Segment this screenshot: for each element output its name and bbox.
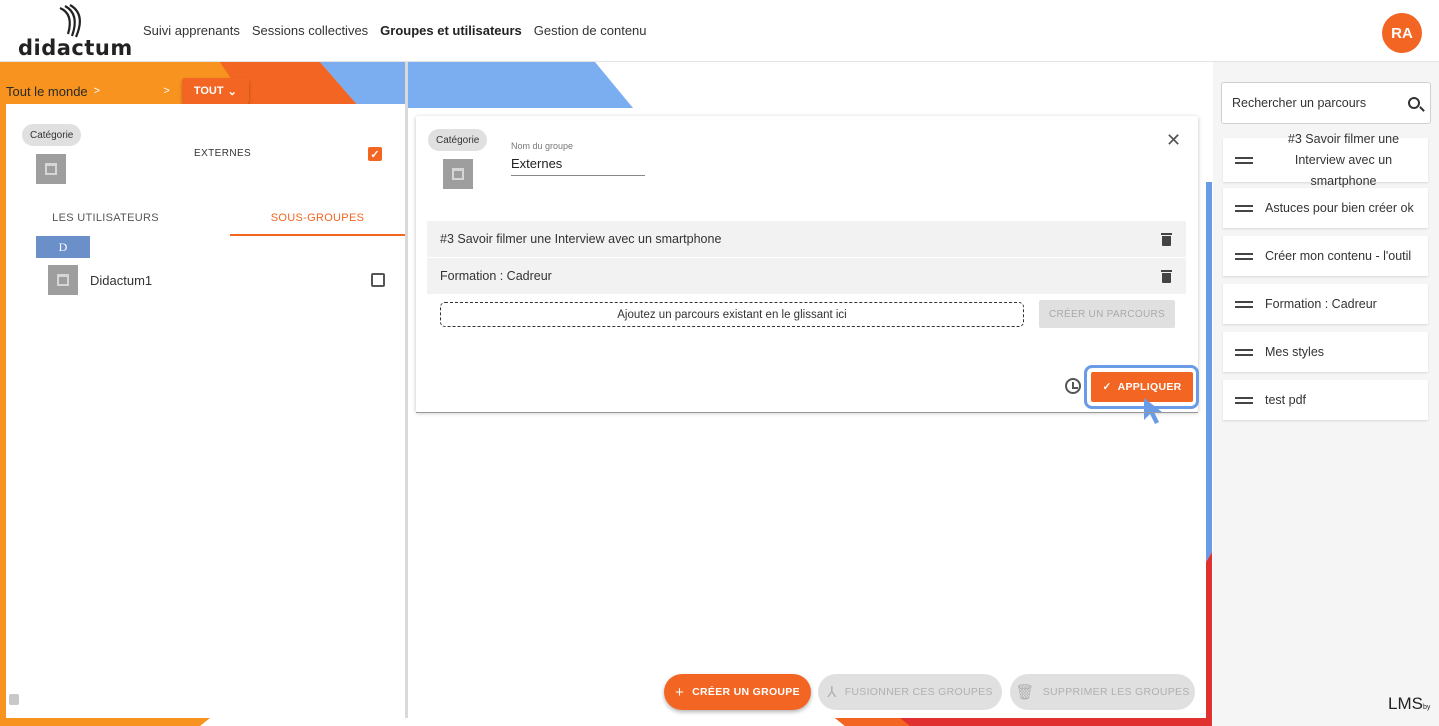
mouse-cursor-icon [1144,398,1162,424]
course-title: #3 Savoir filmer une Interview avec un s… [1287,131,1400,188]
close-icon[interactable]: ✕ [1166,130,1181,151]
nav-suivi-apprenants[interactable]: Suivi apprenants [143,23,240,38]
search-placeholder: Rechercher un parcours [1232,96,1367,110]
subgroup-checkbox[interactable] [371,273,385,287]
course-library-sidebar: Rechercher un parcours #3 Savoir filmer … [1213,62,1439,726]
alpha-index-letter: D [36,236,90,258]
drag-handle-icon[interactable] [1235,300,1253,308]
assigned-course-row[interactable]: Formation : Cadreur [427,258,1186,294]
library-course-item[interactable]: test pdf [1223,380,1428,420]
course-title: Astuces pour bien créer ok [1265,201,1414,215]
course-title: #3 Savoir filmer une Interview avec un s… [440,232,722,246]
course-title: Formation : Cadreur [440,269,552,283]
building-icon [36,154,66,184]
group-name: EXTERNES [194,148,252,159]
filter-label: TOUT [193,85,224,97]
drag-handle-icon[interactable] [1235,156,1253,164]
building-icon [48,265,78,295]
lms-text: LMS [1388,694,1423,713]
check-icon: ✓ [1102,381,1112,393]
lms-by: by [1422,704,1431,711]
user-avatar[interactable]: RA [1382,13,1422,53]
app-header: didactum Suivi apprenants Sessions colle… [0,0,1439,62]
library-course-item[interactable]: Formation : Cadreur [1223,284,1428,324]
course-drop-zone[interactable]: Ajoutez un parcours existant en le gliss… [440,302,1024,327]
breadcrumb-current[interactable]: Externes [106,84,157,99]
create-course-button[interactable]: CRÉER UN PARCOURS [1039,300,1175,328]
drag-handle-icon[interactable] [1235,204,1253,212]
corner-badge-icon [9,694,19,705]
drag-handle-icon[interactable] [1235,396,1253,404]
category-chip: Catégorie [22,124,82,146]
breadcrumb: Tout le monde > Externes > TOUT ⌄ [6,78,249,104]
history-icon[interactable] [1065,378,1081,394]
nav-groupes-utilisateurs[interactable]: Groupes et utilisateurs [380,23,522,38]
breadcrumb-root[interactable]: Tout le monde [6,84,88,99]
filter-dropdown-button[interactable]: TOUT ⌄ [181,78,249,104]
create-group-label: CRÉER UN GROUPE [692,686,800,698]
course-title: Mes styles [1265,345,1325,359]
course-title: test pdf [1265,393,1306,407]
lms-brand: LMSby [1388,694,1430,714]
logo-text: didactum [18,36,133,60]
drag-handle-icon[interactable] [1235,348,1253,356]
library-course-item[interactable]: Astuces pour bien créer ok [1223,188,1428,228]
panel-divider[interactable] [405,62,408,718]
tab-sous-groupes[interactable]: SOUS-GROUPES [230,208,405,236]
merge-icon: ⅄ [827,684,837,701]
merge-groups-label: FUSIONNER CES GROUPES [844,686,993,698]
delete-groups-label: SUPPRIMER LES GROUPES [1042,686,1190,698]
group-name-label: Nom du groupe [511,141,574,151]
subgroup-name: Didactum1 [90,273,153,288]
group-checkbox-checked[interactable]: ✓ [368,147,382,161]
main-nav: Suivi apprenants Sessions collectives Gr… [143,23,647,38]
nav-gestion-contenu[interactable]: Gestion de contenu [534,23,647,38]
nav-sessions-collectives[interactable]: Sessions collectives [252,23,368,38]
trash-icon[interactable] [1161,269,1172,283]
chevron-down-icon: ⌄ [227,85,237,98]
search-icon[interactable] [1408,97,1420,109]
drag-handle-icon[interactable] [1235,252,1253,260]
subgroup-row[interactable]: Didactum1 [48,265,388,295]
delete-groups-button[interactable]: 🗑 SUPPRIMER LES GROUPES [1010,674,1195,710]
tab-utilisateurs[interactable]: LES UTILISATEURS [18,208,193,236]
group-tree-panel: Catégorie EXTERNES ✓ LES UTILISATEURS SO… [6,104,405,718]
breadcrumb-separator: > [163,85,170,97]
library-course-item[interactable]: Créer mon contenu - l'outil [1223,236,1428,276]
course-title: Formation : Cadreur [1265,297,1377,311]
create-group-button[interactable]: + CRÉER UN GROUPE [664,674,811,710]
didactum-logo[interactable]: didactum [18,4,132,60]
course-title: Créer mon contenu - l'outil [1265,249,1412,263]
plus-icon: + [675,683,685,701]
trash-icon: 🗑 [1015,684,1035,701]
logo-mark-icon [59,4,81,38]
library-course-item[interactable]: Mes styles [1223,332,1428,372]
trash-icon[interactable] [1161,232,1172,246]
group-name-input[interactable]: Externes [511,156,645,176]
group-detail-card: Catégorie Nom du groupe Externes ✕ #3 Sa… [416,116,1199,424]
merge-groups-button[interactable]: ⅄ FUSIONNER CES GROUPES [818,674,1002,710]
category-chip: Catégorie [428,129,488,151]
panel-tabs: LES UTILISATEURS SOUS-GROUPES [6,208,405,236]
card-divider [416,412,1198,413]
library-course-item[interactable]: #3 Savoir filmer une Interview avec un s… [1223,132,1428,188]
apply-label: APPLIQUER [1117,381,1182,393]
building-icon [443,159,473,189]
course-search-input[interactable]: Rechercher un parcours [1221,82,1431,124]
breadcrumb-separator: > [93,85,101,97]
assigned-course-row[interactable]: #3 Savoir filmer une Interview avec un s… [427,221,1186,257]
